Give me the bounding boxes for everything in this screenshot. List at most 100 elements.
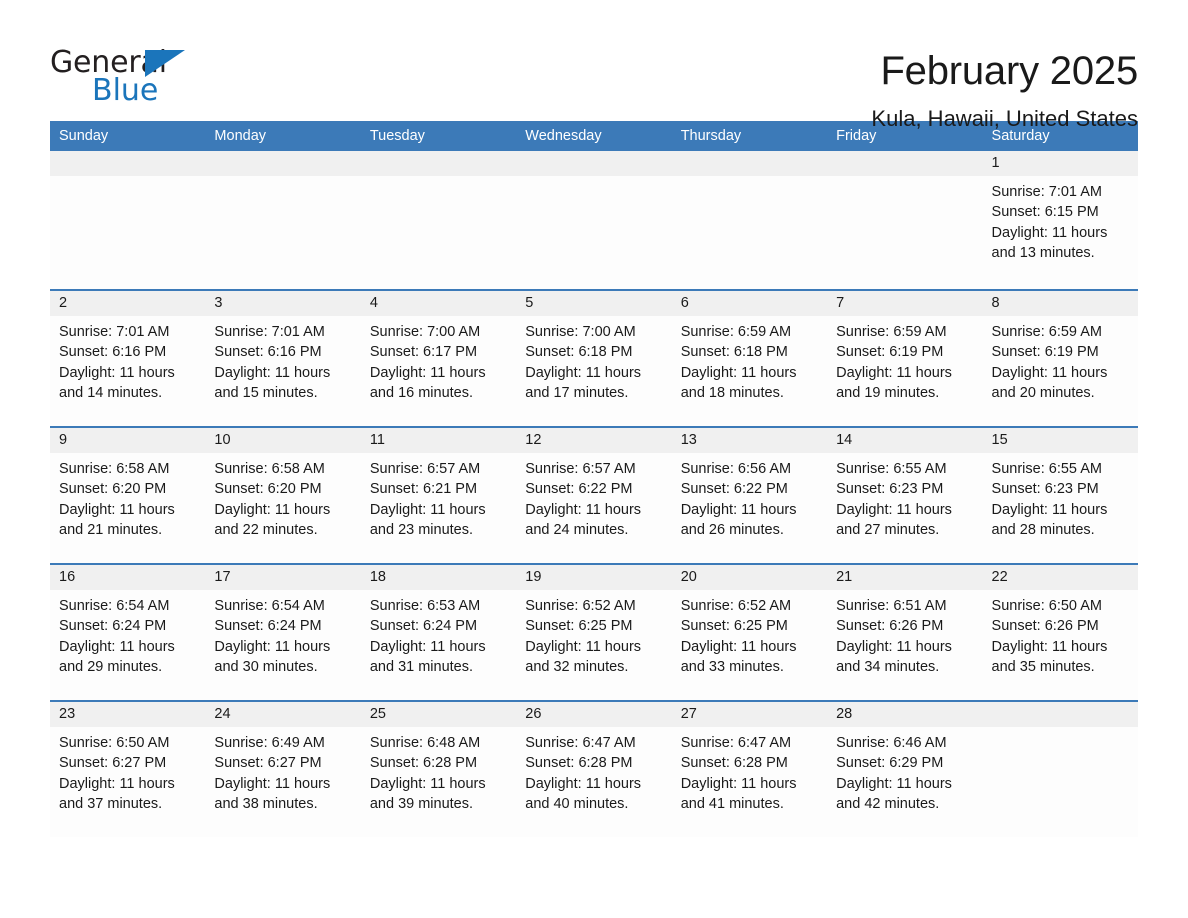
sunset-text: Sunset: 6:22 PM <box>525 481 633 498</box>
sunset-text: Sunset: 6:27 PM <box>59 755 167 772</box>
daylight-text: Daylight: 11 hours <box>680 501 797 518</box>
day-number[interactable]: 19 <box>516 565 671 590</box>
daylight-text-cont: and 35 minutes. <box>991 658 1095 675</box>
day-cell[interactable]: Sunrise: 6:58 AM Sunset: 6:20 PM Daylight:… <box>205 453 360 563</box>
day-cell[interactable]: Sunrise: 6:49 AM Sunset: 6:27 PM Daylight:… <box>205 727 360 837</box>
day-cell[interactable]: Sunrise: 6:52 AM Sunset: 6:25 PM Daylight:… <box>672 590 827 700</box>
calendar-week-row: 16 17 18 19 20 21 22 Sunrise: 6:54 AM Sunset: 6:… <box>50 563 1138 700</box>
day-cell[interactable]: Sunrise: 6:48 AM Sunset: 6:28 PM Daylight:… <box>361 727 516 837</box>
sunset-text: Sunset: 6:19 PM <box>991 344 1099 361</box>
sunset-text: Sunset: 6:24 PM <box>214 618 322 635</box>
day-cell[interactable]: Sunrise: 6:55 AM Sunset: 6:23 PM Daylight:… <box>983 453 1138 563</box>
sunrise-text: Sunrise: 6:52 AM <box>680 598 792 614</box>
day-number[interactable]: 5 <box>516 291 671 316</box>
day-cell[interactable]: Sunrise: 7:01 AM Sunset: 6:16 PM Daylight:… <box>205 316 360 426</box>
day-cell[interactable]: Sunrise: 7:00 AM Sunset: 6:17 PM Daylight:… <box>361 316 516 426</box>
day-number[interactable]: 4 <box>361 291 516 316</box>
day-cell[interactable]: Sunrise: 6:58 AM Sunset: 6:20 PM Daylight:… <box>50 453 205 563</box>
day-cell[interactable]: Sunrise: 7:00 AM Sunset: 6:18 PM Daylight:… <box>516 316 671 426</box>
day-number-empty <box>205 151 360 176</box>
day-cell[interactable]: Sunrise: 7:01 AM Sunset: 6:15 PM Daylight:… <box>983 176 1138 289</box>
day-cell[interactable]: Sunrise: 6:55 AM Sunset: 6:23 PM Daylight:… <box>827 453 982 563</box>
day-cell[interactable]: Sunrise: 6:54 AM Sunset: 6:24 PM Daylight:… <box>50 590 205 700</box>
day-number-empty <box>361 151 516 176</box>
sunset-text: Sunset: 6:20 PM <box>214 481 322 498</box>
logo-word-blue: Blue <box>92 73 159 108</box>
day-number[interactable]: 23 <box>50 702 205 727</box>
daylight-text: Daylight: 11 hours <box>369 501 486 518</box>
day-number[interactable]: 16 <box>50 565 205 590</box>
sunrise-text: Sunrise: 6:52 AM <box>525 598 636 614</box>
daylight-text-cont: and 26 minutes. <box>680 521 784 538</box>
day-number[interactable]: 21 <box>827 565 982 590</box>
sunset-text: Sunset: 6:18 PM <box>680 344 788 361</box>
day-cell[interactable]: Sunrise: 6:47 AM Sunset: 6:28 PM Daylight:… <box>516 727 671 837</box>
daylight-text-cont: and 19 minutes. <box>836 384 940 401</box>
sunrise-text: Sunrise: 6:54 AM <box>214 598 325 614</box>
daylight-text-cont: and 32 minutes. <box>525 658 629 675</box>
sunrise-text: Sunrise: 7:01 AM <box>59 324 170 340</box>
day-cell[interactable]: Sunrise: 6:50 AM Sunset: 6:27 PM Daylight:… <box>50 727 205 837</box>
day-number[interactable]: 20 <box>672 565 827 590</box>
day-number[interactable]: 11 <box>361 428 516 453</box>
week-daynumber-band: 16 17 18 19 20 21 22 <box>50 565 1138 590</box>
day-number[interactable]: 6 <box>672 291 827 316</box>
day-number[interactable]: 10 <box>205 428 360 453</box>
sunset-text: Sunset: 6:20 PM <box>59 481 167 498</box>
day-number[interactable]: 9 <box>50 428 205 453</box>
day-cell[interactable]: Sunrise: 6:57 AM Sunset: 6:22 PM Daylight:… <box>516 453 671 563</box>
day-number[interactable]: 3 <box>205 291 360 316</box>
day-cell[interactable]: Sunrise: 6:51 AM Sunset: 6:26 PM Daylight:… <box>827 590 982 700</box>
sunrise-text: Sunrise: 6:49 AM <box>214 735 325 751</box>
day-cell[interactable]: Sunrise: 6:56 AM Sunset: 6:22 PM Daylight:… <box>672 453 827 563</box>
day-cell[interactable]: Sunrise: 6:57 AM Sunset: 6:21 PM Daylight:… <box>361 453 516 563</box>
sunrise-text: Sunrise: 7:00 AM <box>369 324 481 340</box>
day-cell[interactable]: Sunrise: 6:46 AM Sunset: 6:29 PM Daylight:… <box>827 727 982 837</box>
day-number[interactable]: 12 <box>516 428 671 453</box>
daylight-text-cont: and 17 minutes. <box>525 384 629 401</box>
day-cell[interactable]: Sunrise: 6:52 AM Sunset: 6:25 PM Daylight:… <box>516 590 671 700</box>
day-cell[interactable]: Sunrise: 7:01 AM Sunset: 6:16 PM Daylight:… <box>50 316 205 426</box>
day-number[interactable]: 13 <box>672 428 827 453</box>
day-number[interactable]: 25 <box>361 702 516 727</box>
weekday-header-monday: Monday <box>214 128 267 144</box>
daylight-text: Daylight: 11 hours <box>836 775 952 792</box>
daylight-text: Daylight: 11 hours <box>525 501 642 518</box>
day-number[interactable]: 26 <box>516 702 671 727</box>
day-number[interactable]: 8 <box>983 291 1138 316</box>
day-cell[interactable]: Sunrise: 6:50 AM Sunset: 6:26 PM Daylight:… <box>983 590 1138 700</box>
day-cell[interactable]: Sunrise: 6:53 AM Sunset: 6:24 PM Daylight:… <box>361 590 516 700</box>
day-number-empty <box>50 151 205 176</box>
day-cell[interactable]: Sunrise: 6:59 AM Sunset: 6:19 PM Daylight:… <box>983 316 1138 426</box>
daylight-text: Daylight: 11 hours <box>214 501 331 518</box>
day-number[interactable]: 2 <box>50 291 205 316</box>
day-number[interactable]: 17 <box>205 565 360 590</box>
day-number[interactable]: 7 <box>827 291 982 316</box>
day-cell[interactable]: Sunrise: 6:54 AM Sunset: 6:24 PM Daylight:… <box>205 590 360 700</box>
daylight-text: Daylight: 11 hours <box>59 501 175 518</box>
day-number[interactable]: 1 <box>983 151 1138 176</box>
daylight-text: Daylight: 11 hours <box>525 638 642 655</box>
day-number[interactable]: 27 <box>672 702 827 727</box>
daylight-text-cont: and 20 minutes. <box>991 384 1095 401</box>
day-number[interactable]: 18 <box>361 565 516 590</box>
day-number[interactable]: 22 <box>983 565 1138 590</box>
daylight-text-cont: and 42 minutes. <box>836 795 940 812</box>
calendar-week-row: 2 3 4 5 6 7 8 Sunrise: 7:01 AM Sunset: 6:16 PM Da… <box>50 289 1138 426</box>
sunrise-text: Sunrise: 6:54 AM <box>59 598 170 614</box>
daylight-text-cont: and 27 minutes. <box>836 521 940 538</box>
day-number[interactable]: 15 <box>983 428 1138 453</box>
day-number[interactable]: 28 <box>827 702 982 727</box>
day-number[interactable]: 14 <box>827 428 982 453</box>
sunrise-text: Sunrise: 6:56 AM <box>680 461 792 477</box>
daylight-text: Daylight: 11 hours <box>525 364 642 381</box>
week-daynumber-band: 1 <box>50 151 1138 176</box>
day-cell[interactable]: Sunrise: 6:59 AM Sunset: 6:18 PM Daylight:… <box>672 316 827 426</box>
day-number[interactable]: 24 <box>205 702 360 727</box>
sunrise-text: Sunrise: 6:50 AM <box>991 598 1102 614</box>
general-blue-logo[interactable]: General Blue <box>50 48 190 110</box>
sunrise-text: Sunrise: 6:57 AM <box>369 461 481 477</box>
day-cell[interactable]: Sunrise: 6:59 AM Sunset: 6:19 PM Daylight:… <box>827 316 982 426</box>
weekday-header-wednesday: Wednesday <box>525 128 602 144</box>
day-cell[interactable]: Sunrise: 6:47 AM Sunset: 6:28 PM Daylight:… <box>672 727 827 837</box>
